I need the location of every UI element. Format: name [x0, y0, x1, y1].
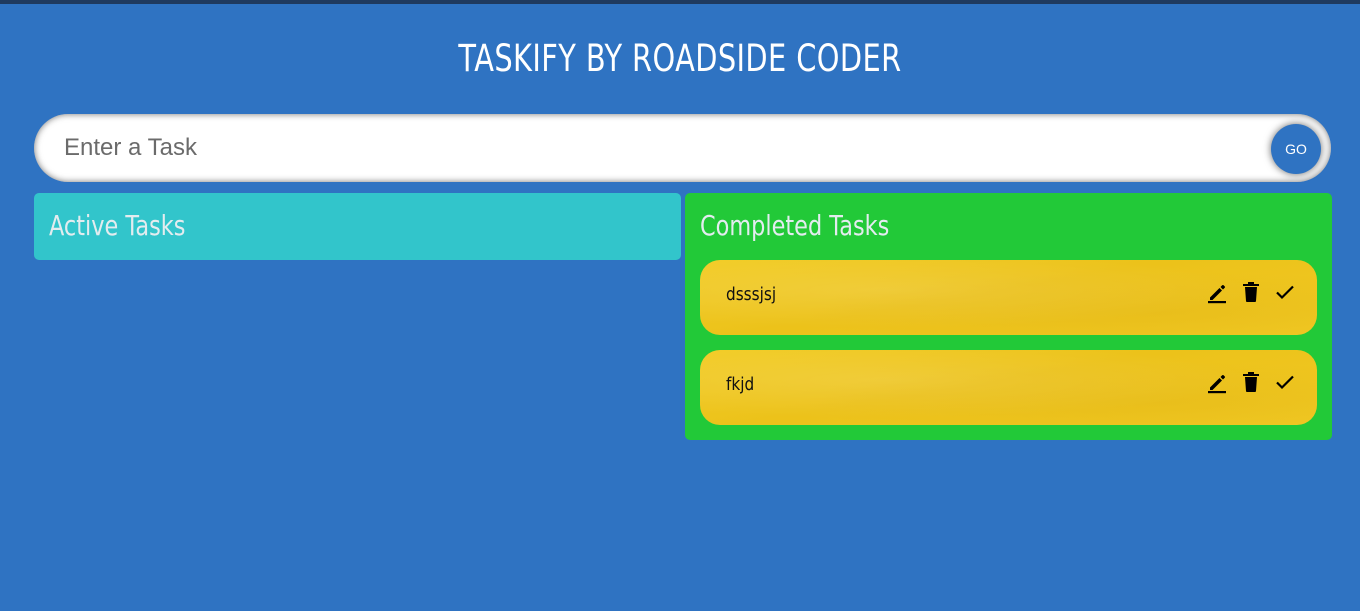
- top-border: [0, 0, 1360, 4]
- task-text: dsssjsj: [726, 284, 777, 305]
- active-tasks-panel: Active Tasks: [34, 193, 681, 260]
- task-input-form: GO: [34, 114, 1331, 182]
- completed-tasks-panel: Completed Tasks dsssjsj fkjd: [685, 193, 1332, 440]
- go-button[interactable]: GO: [1271, 124, 1321, 174]
- task-text: fkjd: [726, 374, 755, 395]
- active-tasks-heading: Active Tasks: [49, 209, 186, 242]
- edit-icon[interactable]: [1205, 370, 1229, 394]
- task-card[interactable]: fkjd: [700, 350, 1317, 425]
- edit-icon[interactable]: [1205, 280, 1229, 304]
- task-actions: [1205, 280, 1297, 304]
- trash-icon[interactable]: [1239, 370, 1263, 394]
- task-input[interactable]: [34, 114, 1259, 182]
- task-actions: [1205, 370, 1297, 394]
- app-title: TASKIFY BY ROADSIDE CODER: [458, 37, 902, 80]
- trash-icon[interactable]: [1239, 280, 1263, 304]
- checkmark-icon[interactable]: [1273, 280, 1297, 304]
- checkmark-icon[interactable]: [1273, 370, 1297, 394]
- task-card[interactable]: dsssjsj: [700, 260, 1317, 335]
- completed-tasks-heading: Completed Tasks: [700, 209, 890, 242]
